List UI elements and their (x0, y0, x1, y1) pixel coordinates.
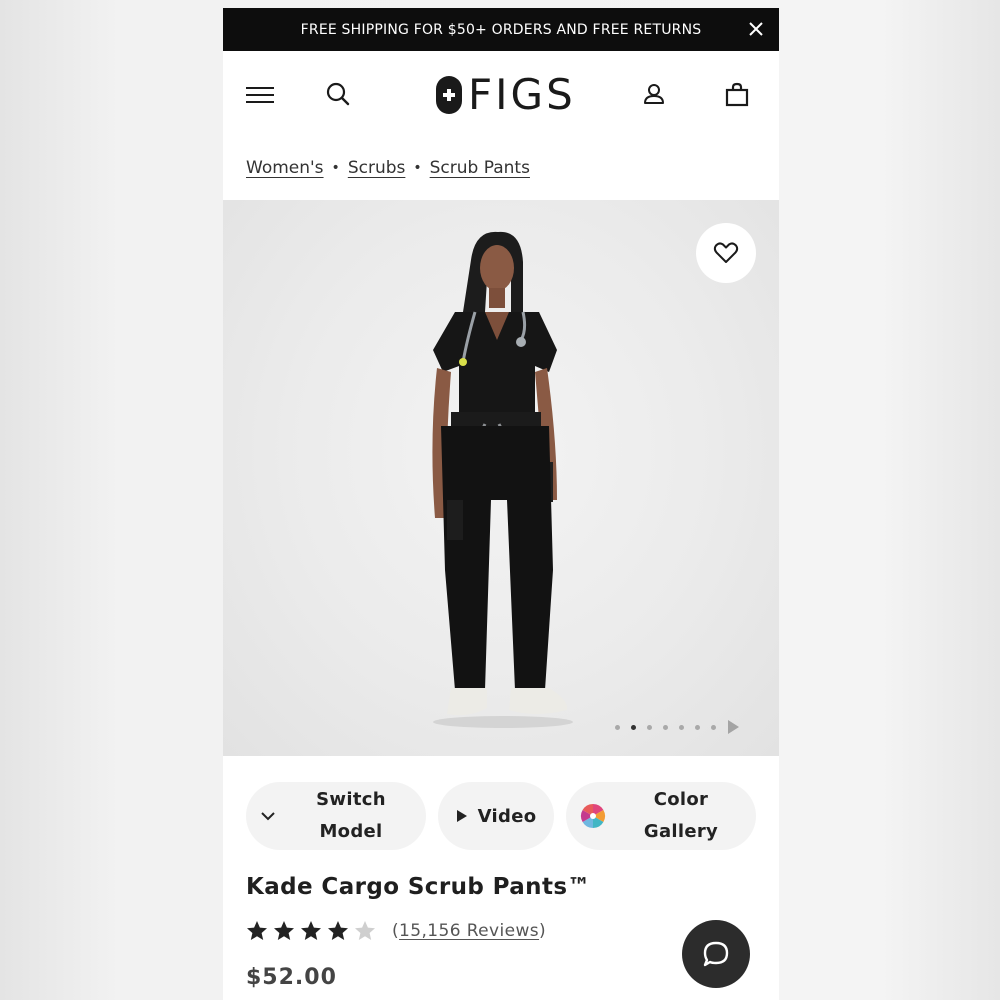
search-icon[interactable] (325, 81, 351, 107)
mobile-page: FREE SHIPPING FOR $50+ ORDERS AND FREE R… (223, 8, 779, 1000)
chat-button[interactable] (682, 920, 750, 988)
carousel-dot[interactable] (647, 724, 652, 730)
logo-badge-icon (436, 76, 462, 114)
switch-model-button[interactable]: Switch Model (246, 782, 426, 850)
switch-model-label-line2: Model (319, 821, 383, 842)
breadcrumb-separator: • (331, 160, 340, 176)
account-icon[interactable] (641, 81, 667, 107)
site-header: FIGS (223, 51, 779, 137)
star-rating (247, 921, 375, 940)
promo-banner: FREE SHIPPING FOR $50+ ORDERS AND FREE R… (223, 8, 779, 51)
product-rating: (15,156 Reviews) (246, 920, 546, 942)
carousel-dot-active[interactable] (631, 724, 636, 730)
product-image-carousel[interactable] (223, 200, 779, 756)
carousel-dot[interactable] (695, 724, 700, 730)
carousel-dot[interactable] (711, 724, 716, 730)
breadcrumb-separator: • (413, 160, 422, 176)
star-icon (328, 921, 348, 940)
favorite-button[interactable] (696, 223, 756, 283)
star-icon (247, 921, 267, 940)
switch-model-label-line1: Switch (316, 789, 386, 810)
reviews-open-paren: ( (392, 921, 400, 941)
video-label: Video (477, 805, 537, 827)
switch-model-label: Switch Model (276, 784, 426, 848)
color-gallery-label: Color Gallery (606, 784, 756, 848)
brand-logo[interactable]: FIGS (436, 73, 576, 117)
reviews-close-paren: ) (539, 921, 547, 941)
brand-name: FIGS (468, 70, 576, 119)
color-gallery-label-line1: Color (653, 789, 709, 810)
product-media-actions: Switch Model Video Color Gallery (246, 782, 756, 850)
carousel-dot[interactable] (679, 724, 684, 730)
breadcrumb-scrubs[interactable]: Scrubs (348, 158, 406, 178)
product-title: Kade Cargo Scrub Pants™ (246, 874, 591, 900)
color-gallery-button[interactable]: Color Gallery (566, 782, 756, 850)
product-price: $52.00 (246, 965, 337, 990)
play-icon (456, 810, 467, 822)
breadcrumb-scrub-pants[interactable]: Scrub Pants (430, 158, 530, 178)
color-gallery-label-line2: Gallery (643, 821, 719, 842)
star-icon (301, 921, 321, 940)
color-wheel-icon (580, 804, 606, 828)
breadcrumb: Women's • Scrubs • Scrub Pants (246, 156, 530, 180)
chevron-down-icon (261, 812, 275, 821)
promo-text: FREE SHIPPING FOR $50+ ORDERS AND FREE R… (300, 21, 702, 38)
menu-icon[interactable] (245, 85, 275, 105)
chat-icon (703, 941, 729, 967)
carousel-dot[interactable] (663, 724, 668, 730)
close-icon[interactable] (747, 20, 765, 38)
next-arrow-icon[interactable] (727, 720, 739, 734)
heart-icon (713, 242, 739, 263)
star-icon (355, 921, 375, 940)
breadcrumb-womens[interactable]: Women's (246, 158, 324, 178)
carousel-pagination (615, 720, 739, 734)
reviews-count[interactable]: 15,156 Reviews (399, 921, 539, 941)
product-model-image (432, 231, 573, 728)
reviews-link[interactable]: (15,156 Reviews) (392, 921, 546, 941)
carousel-dot[interactable] (615, 724, 620, 730)
star-icon (274, 921, 294, 940)
video-button[interactable]: Video (438, 782, 554, 850)
bag-icon[interactable] (724, 81, 750, 107)
